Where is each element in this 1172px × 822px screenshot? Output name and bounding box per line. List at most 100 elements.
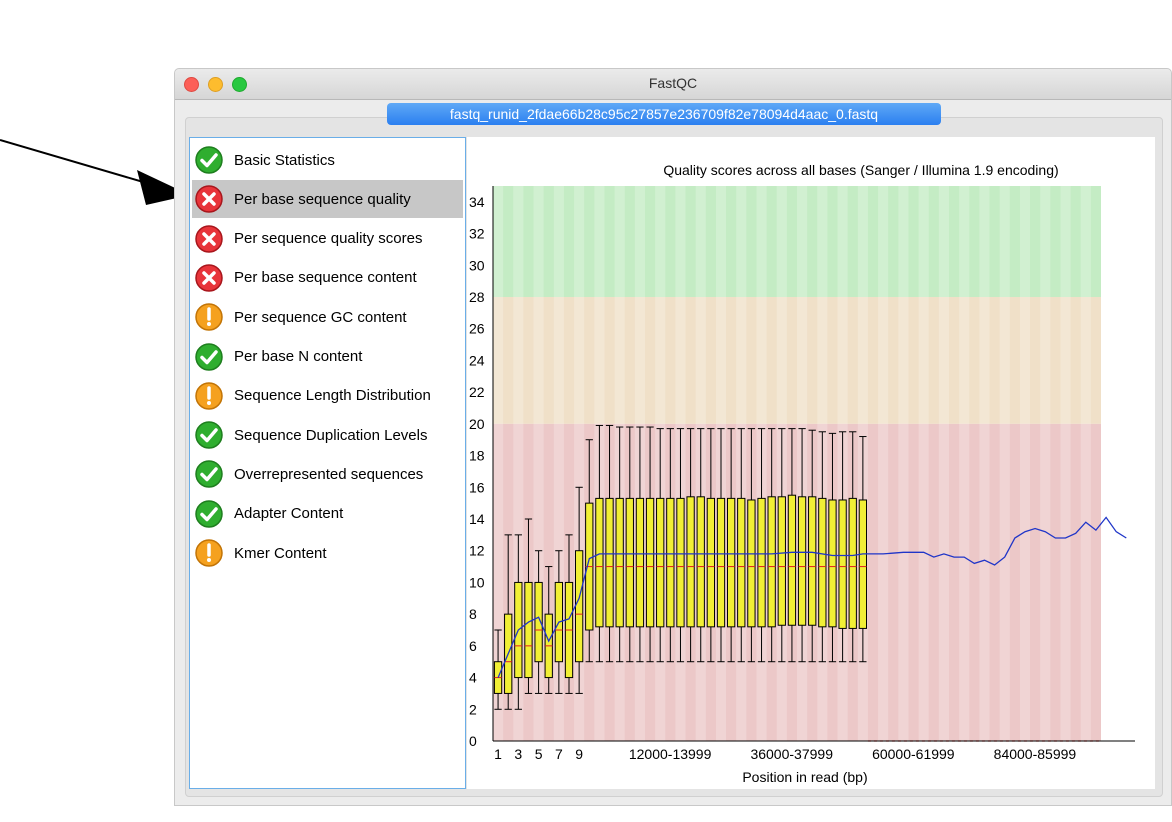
check-icon [195, 342, 223, 371]
box-iqr [686, 496, 695, 628]
box-iqr [595, 497, 604, 628]
title-bar: FastQC [175, 69, 1171, 100]
module-label: Sequence Length Distribution [234, 387, 431, 405]
column-stripe [938, 186, 949, 741]
cross-icon [195, 264, 223, 292]
exclamation-icon [195, 539, 223, 567]
module-item[interactable]: Overrepresented sequences [192, 455, 463, 493]
column-stripe [959, 186, 970, 741]
module-item[interactable]: Per base sequence quality [192, 180, 463, 219]
module-label: Kmer Content [234, 544, 327, 562]
module-label: Per sequence quality scores [234, 230, 423, 248]
box-iqr [635, 497, 645, 628]
window-title: FastQC [648, 75, 698, 91]
column-stripe [898, 186, 909, 741]
column-stripe [1060, 186, 1071, 741]
box-iqr [615, 497, 624, 628]
box-iqr [747, 499, 756, 628]
cross-icon [195, 224, 223, 253]
x-tick-label: 84000-85999 [994, 746, 1077, 762]
x-tick-label: 60000-61999 [872, 746, 955, 762]
module-label: Overrepresented sequences [234, 465, 424, 483]
box-iqr [848, 497, 857, 629]
y-tick-label: 34 [469, 194, 485, 210]
chart-title: Quality scores across all bases (Sanger … [663, 162, 1058, 178]
module-item[interactable]: Basic Statistics [192, 141, 463, 179]
box-iqr [605, 497, 614, 628]
y-tick-label: 12 [469, 543, 485, 559]
y-tick-label: 18 [469, 448, 485, 464]
x-tick-label: 7 [555, 746, 563, 762]
y-tick-label: 30 [469, 257, 485, 273]
module-label: Adapter Content [234, 505, 344, 523]
column-stripe [878, 186, 889, 741]
check-icon [195, 421, 223, 449]
y-tick-label: 6 [469, 638, 477, 654]
y-tick-label: 20 [469, 416, 485, 432]
column-stripe [918, 186, 929, 741]
box-iqr [574, 550, 584, 663]
box-iqr [777, 496, 786, 626]
x-tick-label: 3 [514, 746, 522, 762]
module-item[interactable]: Per sequence GC content [192, 298, 463, 336]
y-tick-label: 24 [469, 352, 485, 368]
column-stripe [1019, 186, 1031, 741]
module-label: Per base N content [234, 348, 363, 365]
box-iqr [716, 497, 726, 628]
y-tick-label: 4 [469, 670, 477, 686]
box-iqr [818, 497, 827, 628]
box-iqr [767, 496, 776, 628]
module-item[interactable]: Sequence Duplication Levels [192, 416, 463, 454]
module-item[interactable]: Per base sequence content [192, 259, 463, 297]
box-iqr [838, 499, 847, 629]
module-item[interactable]: Per sequence quality scores [192, 220, 463, 258]
module-list: Basic Statistics Per base sequence qualit… [189, 137, 466, 789]
exclamation-icon [195, 303, 223, 331]
module-item[interactable]: Kmer Content [192, 534, 463, 572]
box-iqr [737, 497, 746, 628]
module-label: Basic Statistics [234, 151, 335, 169]
check-icon [195, 460, 223, 489]
box-iqr [656, 497, 665, 628]
chart-svg: 02468101214161820222426283032341 3 5 7 9 1200… [469, 162, 1135, 785]
file-tab[interactable]: fastq_runid_2fdae66b28c95c27857e236709f8… [387, 103, 941, 125]
column-stripe [979, 186, 990, 741]
x-tick-label: 5 [535, 746, 543, 762]
module-item[interactable]: Sequence Length Distribution [192, 377, 463, 415]
cross-icon [195, 185, 223, 214]
module-item[interactable]: Per base N content [192, 338, 463, 376]
x-tick-label: 9 [575, 746, 583, 762]
box-iqr [524, 581, 533, 679]
module-label: Per base sequence quality [234, 190, 411, 208]
box-iqr [666, 497, 675, 628]
x-tick-label: 12000-13999 [629, 746, 712, 762]
fastqc-window: FastQC fastq_runid_2fdae66b28c95c27857e2… [174, 68, 1172, 806]
box-iqr [726, 497, 736, 628]
box-iqr [696, 496, 705, 628]
check-icon [195, 499, 223, 528]
y-tick-label: 2 [469, 701, 477, 717]
y-tick-label: 26 [469, 321, 485, 337]
module-label: Sequence Duplication Levels [234, 426, 428, 444]
box-iqr [808, 496, 817, 626]
box-iqr [797, 496, 807, 626]
box-iqr [787, 494, 797, 626]
x-axis-label: Position in read (bp) [742, 769, 867, 785]
module-item[interactable]: Adapter Content [192, 495, 463, 533]
module-label: Per base sequence content [234, 269, 417, 287]
y-tick-label: 0 [469, 733, 477, 749]
y-tick-label: 22 [469, 384, 485, 400]
check-icon [195, 146, 223, 174]
quality-chart: 0 2 4 6 8 10 12 14 16 18 20 22 24 26 28 30 32 34 1 3 5 7 9 1200… [467, 137, 1155, 789]
y-tick-label: 32 [469, 226, 485, 242]
column-stripe [1040, 186, 1051, 741]
exclamation-icon [195, 382, 223, 410]
box-iqr [858, 499, 868, 629]
module-label: Per sequence GC content [234, 308, 407, 326]
x-tick-label: 36000-37999 [750, 746, 833, 762]
column-stripe [999, 186, 1010, 741]
box-iqr [625, 497, 634, 628]
column-stripe [1080, 186, 1091, 741]
y-tick-label: 8 [469, 606, 477, 622]
box-iqr [828, 499, 837, 628]
